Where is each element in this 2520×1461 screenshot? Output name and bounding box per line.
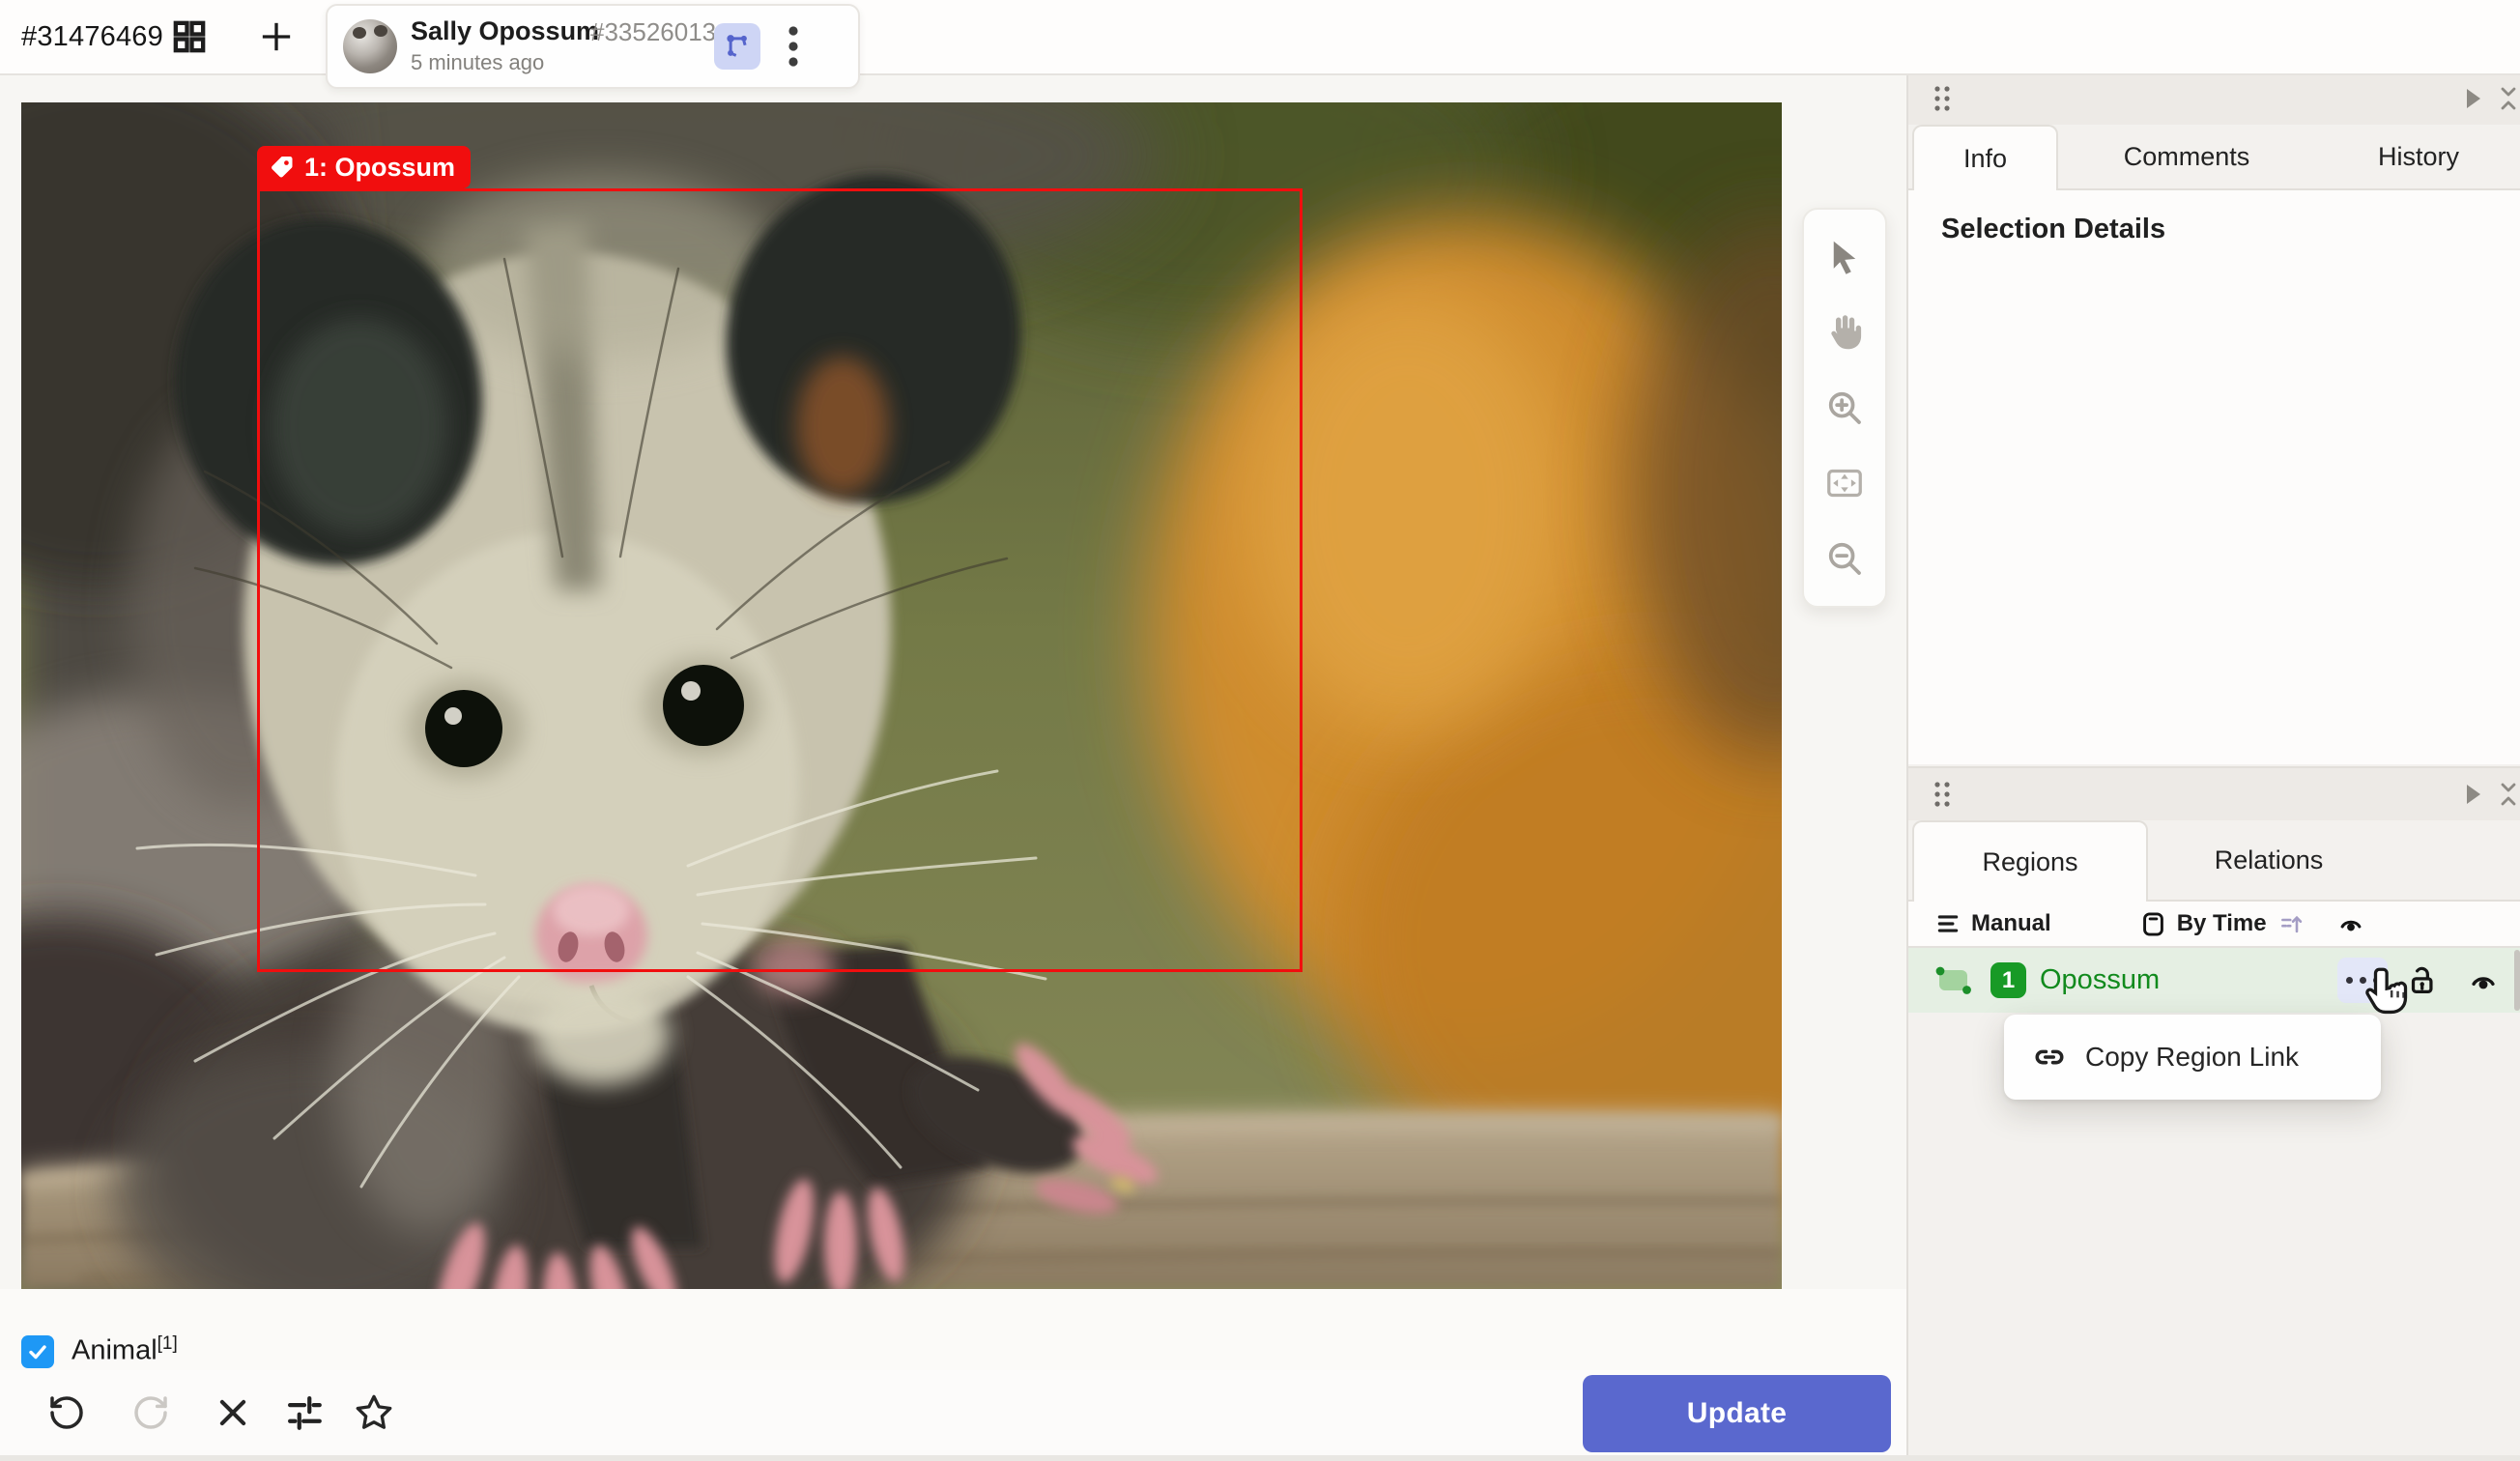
pointer-cursor xyxy=(2361,963,2420,1027)
tab-info[interactable]: Info xyxy=(1912,125,2058,190)
class-checkbox[interactable] xyxy=(21,1335,54,1368)
class-hotkey: [1] xyxy=(158,1333,178,1354)
kebab-icon xyxy=(788,24,799,69)
fit-screen-icon xyxy=(1824,464,1865,502)
region-links-icon xyxy=(723,32,752,61)
zoom-out-icon xyxy=(1825,539,1864,578)
annotation-menu-button[interactable] xyxy=(774,21,813,72)
annotation-tab[interactable]: Sally Opossum #33526013 5 minutes ago xyxy=(326,4,860,89)
redo-icon xyxy=(131,1393,170,1432)
bounding-box-label[interactable]: 1: Opossum xyxy=(257,146,471,188)
annotation-id: #33526013 xyxy=(590,17,716,47)
panel-expand-icon[interactable] xyxy=(2465,784,2482,805)
link-icon xyxy=(2031,1041,2068,1074)
region-context-menu: Copy Region Link xyxy=(2004,1015,2381,1100)
hand-icon xyxy=(1824,312,1865,353)
zoom-in-icon xyxy=(1825,388,1864,427)
avatar xyxy=(343,19,397,73)
class-toggle-area: Animal[1] xyxy=(0,1289,1906,1372)
fit-to-screen-button[interactable] xyxy=(1819,458,1870,508)
drag-handle-icon[interactable] xyxy=(1932,84,1953,113)
reset-button[interactable] xyxy=(210,1389,256,1436)
grid-icon xyxy=(170,17,209,56)
regions-panel-tabs: Regions Relations xyxy=(1908,820,2520,902)
pan-tool-button[interactable] xyxy=(1819,307,1870,358)
tab-comments[interactable]: Comments xyxy=(2058,125,2315,188)
star-icon xyxy=(354,1392,394,1433)
undo-icon xyxy=(47,1393,86,1432)
annotation-time: 5 minutes ago xyxy=(411,50,544,75)
panel-expand-icon[interactable] xyxy=(2465,88,2482,109)
plus-icon xyxy=(257,17,296,56)
undo-button[interactable] xyxy=(43,1389,90,1436)
image-canvas[interactable]: 1: Opossum xyxy=(0,74,1906,1461)
regions-toolbar: Manual By Time xyxy=(1908,902,2520,948)
region-row[interactable]: 1 Opossum xyxy=(1908,948,2520,1013)
sort-ascending-icon xyxy=(2279,912,2305,936)
bounding-box[interactable] xyxy=(257,188,1303,972)
selection-details-heading: Selection Details xyxy=(1941,214,2165,245)
tab-relations[interactable]: Relations xyxy=(2148,820,2390,900)
list-icon xyxy=(1935,911,1961,936)
drag-handle-icon[interactable] xyxy=(1932,780,1953,809)
panel-collapse-icon[interactable] xyxy=(2498,782,2519,807)
top-bar: #31476469 Sally Opossum #33526013 5 minu… xyxy=(0,0,2520,75)
close-icon xyxy=(215,1394,251,1431)
region-visibility-button[interactable] xyxy=(2467,966,2500,994)
class-label[interactable]: Animal[1] xyxy=(72,1333,178,1367)
grid-view-button[interactable] xyxy=(166,14,213,60)
regions-panel-header[interactable] xyxy=(1908,766,2520,820)
info-panel-tabs: Info Comments History xyxy=(1908,125,2520,190)
tool-palette xyxy=(1802,208,1887,608)
add-annotation-button[interactable] xyxy=(253,14,300,60)
eye-icon xyxy=(2467,966,2500,994)
region-label[interactable]: Opossum xyxy=(2040,964,2160,996)
update-button[interactable]: Update xyxy=(1583,1375,1891,1452)
info-panel-header[interactable] xyxy=(1908,72,2520,125)
tab-regions[interactable]: Regions xyxy=(1912,820,2148,902)
info-panel-content: Selection Details xyxy=(1908,190,2520,764)
panel-collapse-icon[interactable] xyxy=(2498,86,2519,111)
scrollbar-thumb[interactable] xyxy=(2514,950,2520,1011)
dot xyxy=(2346,977,2353,984)
redo-button[interactable] xyxy=(128,1389,174,1436)
eye-icon xyxy=(2336,911,2365,936)
task-id: #31476469 xyxy=(21,0,163,73)
annotation-app: #31476469 Sally Opossum #33526013 5 minu… xyxy=(0,0,2520,1461)
tab-history[interactable]: History xyxy=(2315,125,2520,188)
settings-button[interactable] xyxy=(281,1389,328,1436)
annotator-name: Sally Opossum xyxy=(411,16,599,46)
tag-icon xyxy=(269,154,296,181)
sort-by-button[interactable]: By Time xyxy=(2140,910,2305,938)
window-bottom-edge xyxy=(0,1455,2520,1461)
check-icon xyxy=(26,1340,49,1363)
cursor-icon xyxy=(1825,238,1864,276)
star-button[interactable] xyxy=(351,1389,397,1436)
zoom-in-button[interactable] xyxy=(1819,383,1870,433)
linked-regions-button[interactable] xyxy=(714,23,760,70)
card-icon xyxy=(2140,910,2166,938)
bounding-box-label-text: 1: Opossum xyxy=(304,153,455,183)
toggle-all-visibility-button[interactable] xyxy=(2336,911,2365,936)
group-by-label: Manual xyxy=(1971,910,2051,937)
bottom-toolbar: Update xyxy=(0,1370,1906,1461)
region-number-badge: 1 xyxy=(1990,962,2026,998)
right-panel: Info Comments History Selection Details xyxy=(1906,72,2520,1461)
region-type-icon xyxy=(1933,964,1974,997)
sort-by-label: By Time xyxy=(2177,910,2267,937)
zoom-out-button[interactable] xyxy=(1819,533,1870,584)
copy-region-link-item[interactable]: Copy Region Link xyxy=(2085,1042,2299,1073)
sliders-icon xyxy=(284,1392,325,1433)
select-tool-button[interactable] xyxy=(1819,232,1870,282)
group-by-button[interactable]: Manual xyxy=(1935,910,2051,937)
